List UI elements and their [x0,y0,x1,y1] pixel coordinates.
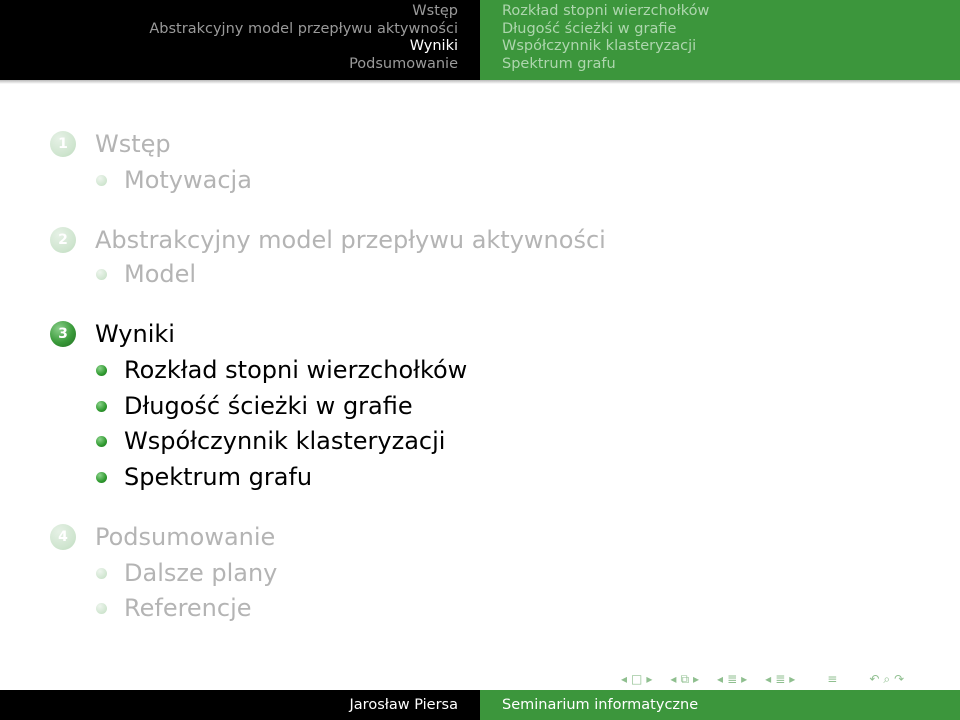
toc-subsection[interactable]: Model [96,258,196,290]
toc-subsection[interactable]: Dalsze plany [96,557,277,589]
footer-title: Seminarium informatyczne [502,697,699,713]
slide-prev-icon[interactable]: ◂ [765,669,771,689]
section-number-badge: 4 [50,524,76,550]
section-title: Podsumowanie [95,523,276,551]
subsection-title: Motywacja [124,166,252,194]
table-of-contents: 1 Wstęp Motywacja 2 Abstrakcyjny model p… [0,0,960,690]
slide-box-icon[interactable]: ≣ [775,669,785,689]
subsection-next-icon[interactable]: ▸ [693,669,699,689]
section-number-badge: 2 [50,227,76,253]
section-prev-icon[interactable]: ◂ [717,669,723,689]
toc-section-4[interactable]: 4 Podsumowanie [50,521,275,553]
toc-section-1[interactable]: 1 Wstęp [50,128,171,160]
footer-title-box: Seminarium informatyczne [480,690,960,720]
section-title: Abstrakcyjny model przepływu aktywności [95,226,606,254]
footer-author-box: Jarosław Piersa [0,690,480,720]
section-box-icon[interactable]: ≣ [727,669,737,689]
toc-subsection[interactable]: Referencje [96,592,252,624]
subsection-box-icon[interactable]: ⧉ [680,669,689,689]
search-back-icon[interactable]: ↶ [869,669,879,689]
subsection-title: Długość ścieżki w grafie [124,392,413,420]
bullet-icon [96,567,107,579]
footer-bar: Jarosław Piersa Seminarium informatyczne [0,690,960,720]
slide-next-icon[interactable]: ▸ [789,669,795,689]
section-number-badge: 1 [50,131,76,157]
toc-subsection[interactable]: Współczynnik klasteryzacji [96,425,445,457]
bullet-icon [96,471,107,483]
search-forward-icon[interactable]: ↷ [894,669,904,689]
bullet-icon [96,602,107,614]
bullet-icon [96,400,107,412]
subsection-title: Współczynnik klasteryzacji [124,427,446,455]
section-title: Wstęp [95,130,171,158]
navigation-symbols: ◂ □ ▸ ◂ ⧉ ▸ ◂ ≣ ▸ ◂ ≣ ▸ ≡ ↶ ⌕ ↷ [621,669,904,689]
toc-section-3[interactable]: 3 Wyniki [50,318,175,350]
section-title: Wyniki [95,320,175,348]
subsection-title: Rozkład stopni wierzchołków [124,356,468,384]
bullet-icon [96,364,107,376]
section-next-icon[interactable]: ▸ [741,669,747,689]
toc-subsection[interactable]: Długość ścieżki w grafie [96,390,413,422]
outline-icon[interactable]: ≡ [827,669,837,689]
bullet-icon [96,435,107,447]
toc-subsection[interactable]: Rozkład stopni wierzchołków [96,354,467,386]
frame-box-icon[interactable]: □ [631,669,642,689]
footer-author: Jarosław Piersa [349,697,458,713]
subsection-title: Referencje [124,594,252,622]
subsection-title: Model [124,260,197,288]
bullet-icon [96,268,107,280]
frame-next-icon[interactable]: ▸ [646,669,652,689]
section-number-badge: 3 [50,321,76,347]
bullet-icon [96,174,107,186]
toc-section-2[interactable]: 2 Abstrakcyjny model przepływu aktywnośc… [50,224,606,256]
frame-prev-icon[interactable]: ◂ [621,669,627,689]
toc-subsection[interactable]: Motywacja [96,164,252,196]
subsection-title: Spektrum grafu [124,463,313,491]
subsection-prev-icon[interactable]: ◂ [670,669,676,689]
toc-subsection[interactable]: Spektrum grafu [96,461,312,493]
subsection-title: Dalsze plany [124,559,278,587]
search-icon[interactable]: ⌕ [883,669,890,689]
